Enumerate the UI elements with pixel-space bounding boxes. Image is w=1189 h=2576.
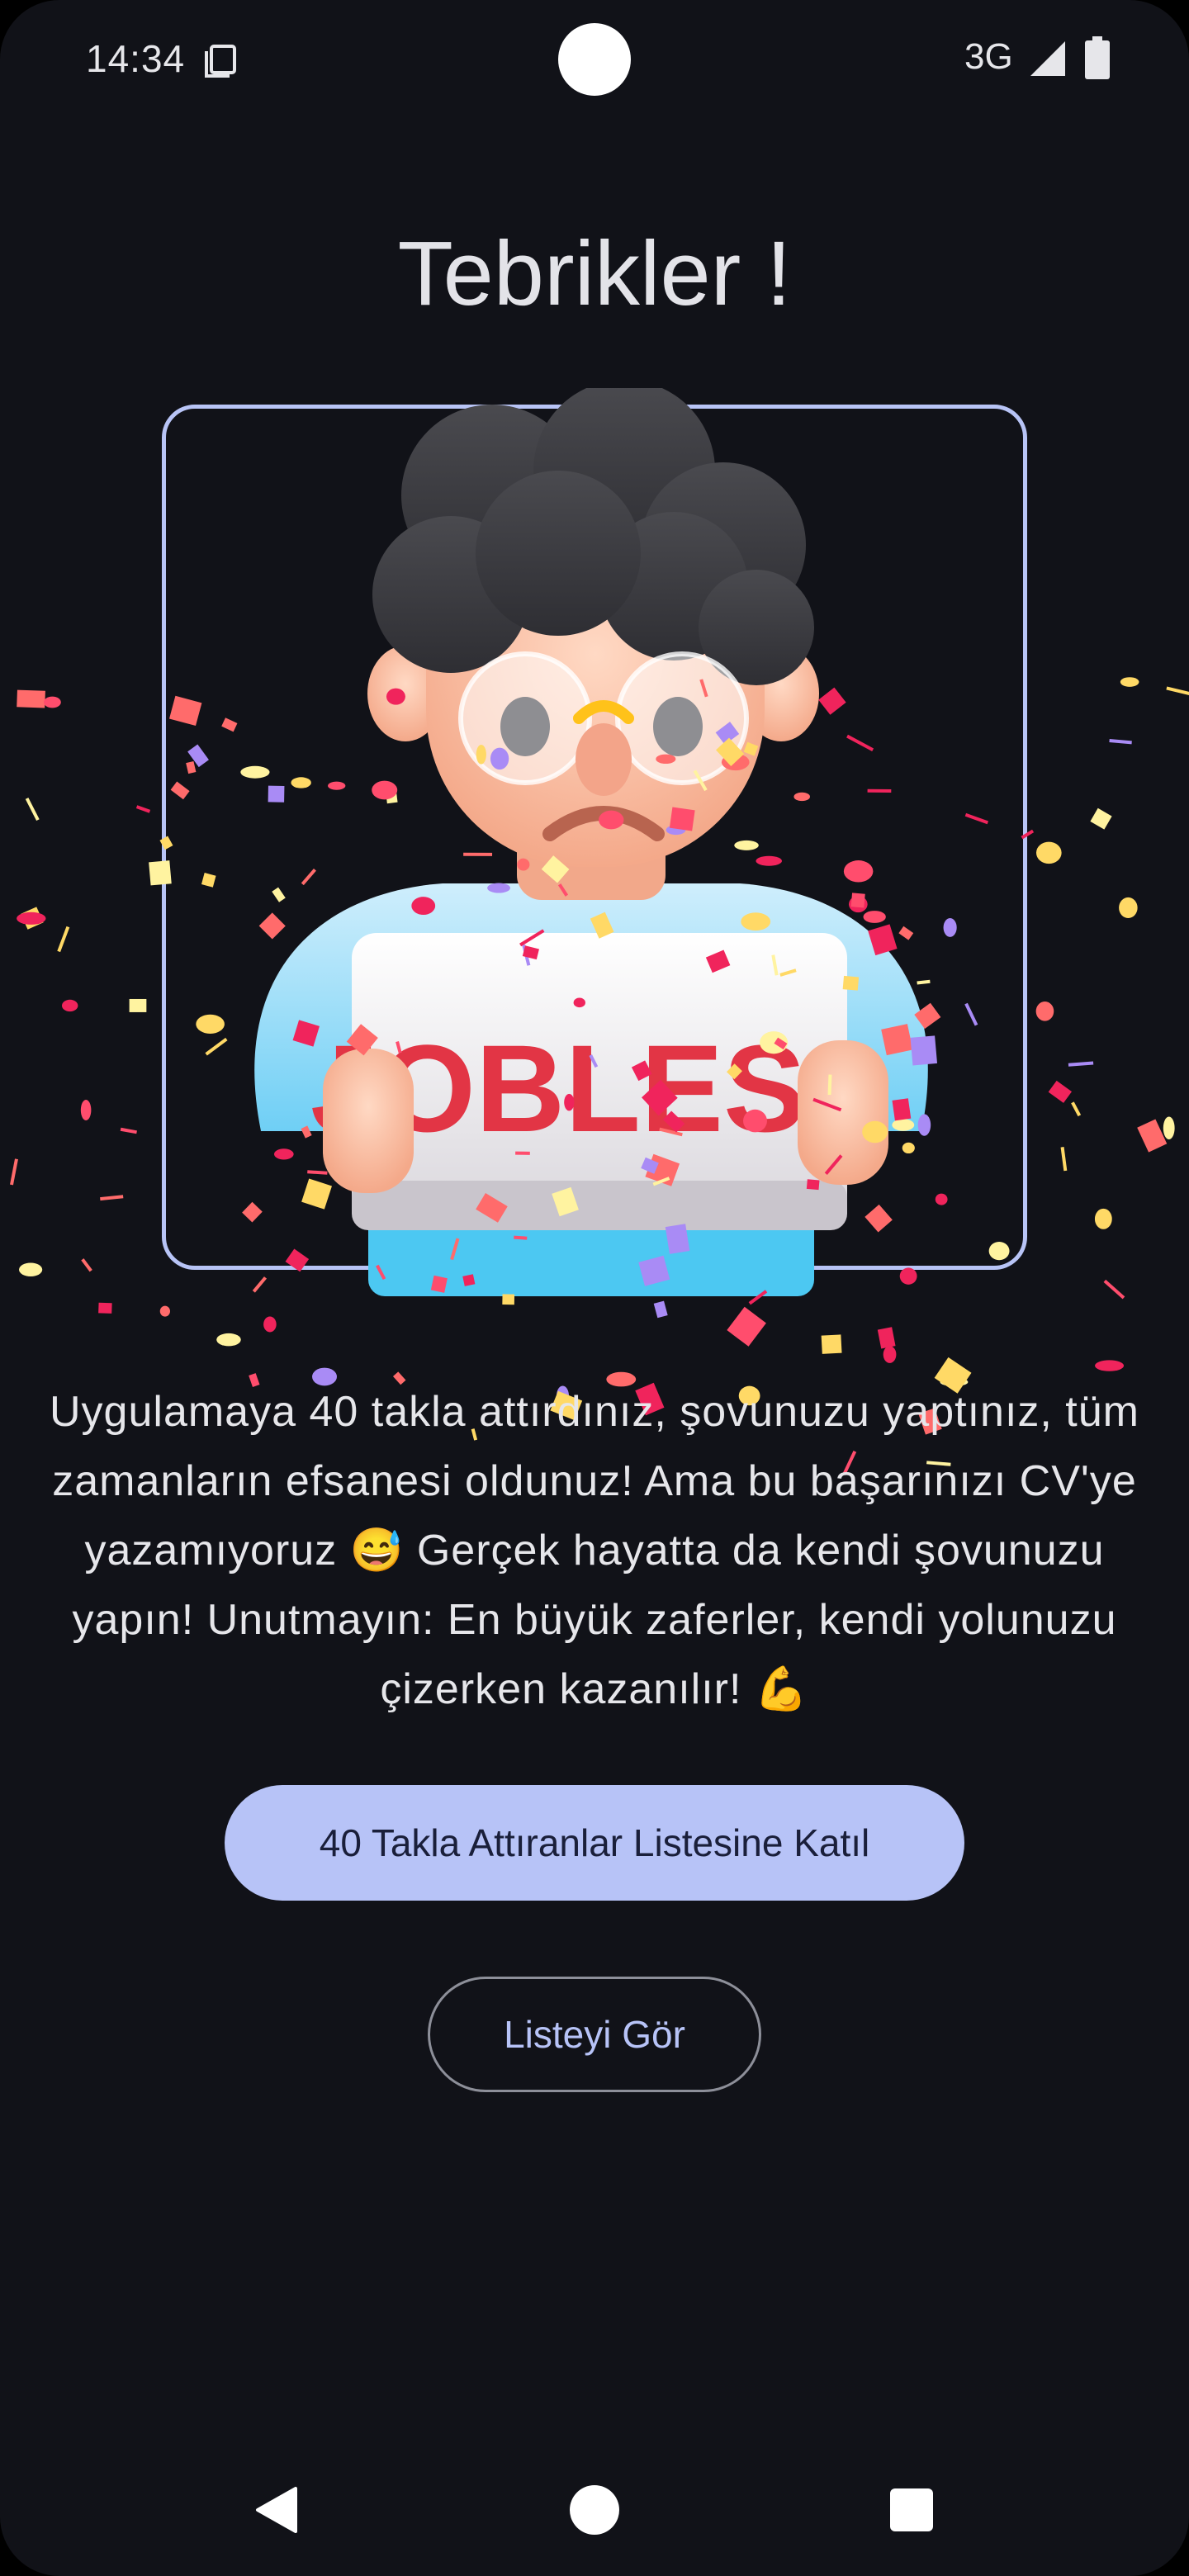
confetti-piece [1071,1101,1082,1117]
jobless-character-illustration: JOBLESS [254,388,928,1296]
status-time: 14:34 [86,37,186,80]
confetti-piece [1103,1279,1125,1300]
confetti-piece [120,1127,137,1134]
confetti-piece [80,1100,92,1120]
confetti-piece [1068,1061,1094,1067]
confetti-piece [10,1158,18,1186]
confetti-piece [1060,1147,1068,1172]
confetti-piece [653,1300,668,1319]
confetti-piece [263,1316,277,1333]
confetti-piece [98,1302,112,1314]
sim-card-icon [205,45,236,78]
confetti-piece [17,912,46,925]
confetti-piece [129,998,147,1012]
confetti-piece [159,1305,170,1317]
recents-square-icon[interactable] [879,2477,945,2543]
confetti-piece [1137,1119,1168,1153]
confetti-piece [25,798,40,822]
confetti-piece [1119,897,1138,918]
join-leaderboard-button[interactable]: 40 Takla Attıranlar Listesine Katıl [225,1785,964,1901]
confetti-piece [135,805,151,813]
confetti-piece [1048,1080,1073,1103]
confetti-piece [1090,807,1112,830]
confetti-piece [100,1195,124,1201]
confetti-piece [57,926,70,953]
confetti-piece [1035,1001,1054,1021]
battery-icon [1085,36,1110,79]
back-triangle-icon[interactable] [244,2477,310,2543]
confetti-piece [216,1333,241,1347]
confetti-piece [1094,1208,1112,1229]
confetti-piece [17,689,45,708]
home-circle-icon[interactable] [561,2477,628,2543]
confetti-piece [1166,686,1189,695]
view-list-button[interactable]: Listeyi Gör [428,1977,761,2092]
confetti-piece [877,1327,896,1349]
confetti-piece [883,1346,897,1363]
confetti-piece [1035,841,1062,864]
congratulations-message: Uygulamaya 40 takla attırdınız, şovunuzu… [50,1388,1139,1713]
confetti-piece [727,1306,766,1347]
navigation-bar [0,2444,1189,2576]
confetti-piece [19,1262,43,1276]
signal-icon [1030,41,1065,76]
page-title: Tebrikler ! [397,223,792,324]
confetti-piece [821,1334,842,1354]
confetti-piece [44,696,61,708]
confetti-piece [1109,738,1132,745]
confetti-piece [1163,1116,1175,1139]
network-type: 3G [964,36,1013,77]
confetti-piece [21,907,44,930]
app-screen: 14:34 3G Tebrikler ! JOBLESS Uygulamaya … [0,0,1189,2576]
status-bar: 14:34 3G [0,0,1189,119]
camera-cutout [558,23,631,96]
confetti-piece [61,999,78,1012]
confetti-piece [1095,1360,1125,1371]
confetti-piece [1120,677,1139,687]
confetti-piece [81,1258,92,1272]
